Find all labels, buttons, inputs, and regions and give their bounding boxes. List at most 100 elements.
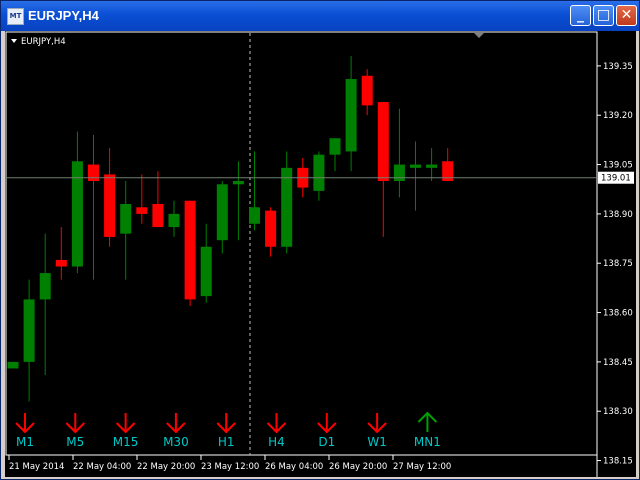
arrow-down-icon — [115, 413, 136, 434]
price-tick-label: 138.30 — [603, 407, 633, 417]
title-bar[interactable]: MT EURJPY,H4 _ □ ✕ — [1, 1, 639, 31]
candle-body — [152, 204, 164, 228]
chart-area[interactable]: EURJPY,H4 139.35 139.20 139.05 138.90 138.75… — [5, 31, 636, 477]
current-price-label: 139.01 — [601, 174, 631, 184]
price-tick-label: 138.45 — [603, 358, 633, 368]
signal-m1: M1 — [15, 413, 35, 449]
chevron-down-icon[interactable] — [11, 39, 17, 43]
maximize-button[interactable]: □ — [593, 5, 614, 26]
candle — [104, 148, 116, 247]
timeframe-label: H4 — [268, 435, 285, 449]
candle-body — [249, 207, 260, 224]
candle-body — [23, 299, 35, 362]
candle — [7, 361, 19, 369]
signal-d1: D1 — [317, 413, 337, 449]
timeframe-label: D1 — [318, 435, 335, 449]
candle — [39, 233, 51, 376]
arrow-down-icon — [317, 413, 337, 434]
candle — [168, 200, 180, 237]
price-axis: 139.35 139.20 139.05 138.90 138.75 138.60 138.… — [597, 62, 633, 467]
timeframe-label: M15 — [113, 435, 139, 449]
price-tick-label: 139.35 — [603, 62, 633, 72]
arrow-down-icon — [15, 413, 35, 434]
time-tick-label: 22 May 20:00 — [137, 462, 195, 472]
signal-m15: M15 — [113, 413, 139, 449]
candle-body — [136, 207, 148, 214]
candle — [120, 181, 132, 280]
symbol-label-group[interactable]: EURJPY,H4 — [11, 37, 66, 47]
timeframe-label: H1 — [218, 435, 235, 449]
candle — [152, 171, 164, 228]
current-price-box: 139.01 — [598, 171, 634, 184]
arrow-down-icon — [266, 413, 287, 434]
candle-body — [265, 210, 277, 247]
candle — [410, 141, 421, 211]
candle — [442, 148, 454, 181]
candle — [55, 227, 67, 280]
arrow-down-icon — [216, 413, 236, 434]
symbol-label: EURJPY,H4 — [21, 37, 66, 47]
arrow-down-icon — [65, 413, 86, 434]
timeframe-label: M5 — [66, 435, 84, 449]
chart-frame — [5, 31, 598, 477]
signal-mn1: MN1 — [414, 411, 441, 449]
candle-body — [184, 200, 196, 300]
candle-body — [345, 79, 357, 152]
price-tick-label: 139.20 — [603, 111, 633, 121]
timeframe-signals: M1 M5 M15 M30 H1 H4 D1 W1 MN1 — [15, 411, 441, 449]
close-button[interactable]: ✕ — [616, 5, 637, 26]
arrow-up-icon — [417, 411, 438, 432]
timeframe-label: M1 — [16, 435, 34, 449]
candle-body — [361, 75, 373, 106]
candle — [393, 108, 405, 198]
candle — [281, 151, 293, 254]
app-icon[interactable]: MT — [7, 8, 24, 25]
candle — [313, 151, 325, 201]
candle-body — [88, 164, 99, 181]
candle-body — [216, 184, 228, 241]
minimize-button[interactable]: _ — [570, 5, 591, 26]
candles — [7, 56, 454, 402]
candle-body — [313, 154, 325, 191]
candle-body — [200, 246, 212, 297]
candle — [23, 279, 35, 402]
time-tick-label: 22 May 04:00 — [73, 462, 131, 472]
chart-shift-marker-icon[interactable] — [474, 33, 484, 38]
time-tick-label: 26 May 20:00 — [329, 462, 387, 472]
candle-body — [55, 259, 67, 267]
candle — [345, 56, 357, 172]
candle-body — [104, 174, 116, 237]
candle — [377, 102, 389, 237]
candle-body — [232, 181, 244, 185]
candle — [88, 134, 99, 280]
candle-body — [39, 273, 51, 300]
candle — [216, 181, 228, 254]
timeframe-label: M30 — [163, 435, 189, 449]
candle — [265, 207, 277, 257]
signal-w1: W1 — [367, 413, 387, 449]
candle — [232, 161, 244, 241]
signal-m5: M5 — [65, 413, 86, 449]
signal-h1: H1 — [216, 413, 236, 449]
price-tick-label: 138.90 — [603, 210, 633, 220]
timeframe-label: MN1 — [414, 435, 441, 449]
terminal-window: MT EURJPY,H4 _ □ ✕ EURJPY,H4 139.35 139.2… — [0, 0, 640, 480]
price-tick-label: 139.05 — [603, 161, 633, 171]
time-tick-label: 27 May 12:00 — [393, 462, 451, 472]
price-tick-label: 138.15 — [603, 457, 633, 467]
candle-body — [410, 164, 421, 168]
signal-m30: M30 — [163, 413, 189, 449]
price-tick-label: 138.75 — [603, 259, 633, 269]
candle — [184, 200, 196, 306]
window-title: EURJPY,H4 — [28, 8, 99, 23]
plot-border — [5, 31, 598, 456]
arrow-down-icon — [166, 413, 186, 434]
candle — [71, 131, 83, 274]
candle-body — [120, 204, 132, 234]
candle-body — [7, 361, 19, 369]
candle — [329, 138, 341, 172]
candle — [249, 151, 260, 231]
candle — [426, 148, 438, 181]
time-tick-label: 21 May 2014 — [9, 462, 64, 472]
price-chart[interactable]: EURJPY,H4 139.35 139.20 139.05 138.90 138.75… — [5, 31, 636, 477]
